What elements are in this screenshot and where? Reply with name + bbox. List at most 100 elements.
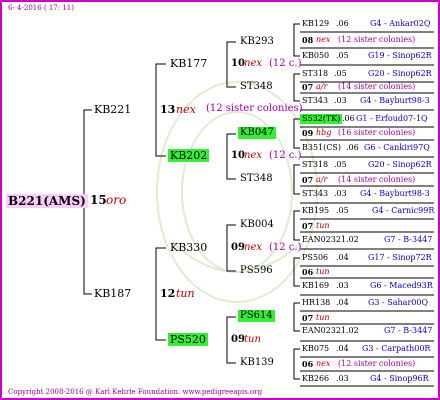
date-stamp: 6- 4-2016 ( 17: 11) (8, 4, 74, 12)
root-queen-year: 15 (90, 193, 107, 207)
gen4-ref-12: G3 - Sahar00Q (368, 298, 429, 307)
gen4-year-3: .03 (334, 96, 347, 105)
gen4-ref-9: G7 - B-3447 (384, 235, 433, 244)
gen4-name-14[interactable]: KB075 (302, 345, 329, 353)
gen4-year-9: .02 (346, 235, 359, 244)
gen1-name-1[interactable]: KB187 (94, 288, 131, 299)
gen4-ref-0: G4 - Ankar02Q (370, 19, 431, 28)
gen2-name-3[interactable]: PS520 (168, 333, 208, 346)
gen2-year-3: 09 (231, 334, 245, 345)
gen4-name-10[interactable]: PS506 (302, 254, 328, 262)
gen3-year-3: 07 (302, 175, 314, 185)
gen4-ref-3: G4 - Bayburt98-3 (360, 96, 430, 105)
gen3-year-7: 06 (302, 359, 314, 369)
gen4-ref-6: G20 - Sinop62R (368, 160, 432, 169)
gen4-year-12: .04 (336, 298, 349, 307)
gen4-name-9[interactable]: EAN02321 (302, 236, 346, 244)
gen3-year-1: 07 (302, 82, 314, 92)
gen4-ref-2: G20 - Sinop62R (368, 69, 432, 78)
gen4-name-12[interactable]: HR138 (302, 299, 330, 307)
copyright-footer: Copyright 2008-2016 @ Karl Kehrle Founda… (8, 388, 263, 396)
gen2-name-2[interactable]: KB330 (170, 242, 207, 253)
gen3-name-2[interactable]: KB047 (238, 127, 276, 139)
gen3-note-1: (14 sister colonies) (338, 82, 416, 91)
gen2-note-2: (12 c.) (269, 242, 302, 253)
gen3-name-6[interactable]: PS614 (238, 310, 275, 322)
gen3-note-2: (16 sister colonies) (338, 128, 416, 137)
gen4-year-10: .04 (336, 253, 349, 262)
gen4-ref-14: G3 - Carpath00R (362, 344, 431, 353)
gen4-name-13[interactable]: EAN02321 (302, 327, 346, 335)
gen2-year-1: 10 (231, 150, 245, 161)
gen4-name-6[interactable]: ST318 (302, 161, 328, 169)
gen3-name-4[interactable]: KB004 (240, 220, 274, 230)
gen3-name-0[interactable]: KB293 (240, 37, 274, 47)
gen2-year-2: 09 (231, 242, 245, 253)
gen3-race-7: nex (316, 359, 331, 368)
gen3-name-3[interactable]: ST348 (240, 174, 273, 184)
gen1-race-0: nex (176, 103, 196, 116)
gen4-ref-7: G4 - Bayburt98-3 (360, 189, 430, 198)
gen4-ref-13: G7 - B-3447 (384, 326, 433, 335)
gen3-year-5: 06 (302, 267, 314, 277)
gen3-note-7: (12 sister colonies) (338, 359, 416, 368)
root-queen-race: oro (106, 193, 127, 207)
gen4-name-11[interactable]: KB169 (302, 282, 329, 290)
gen1-note-0: (12 sister colonies) (206, 103, 303, 114)
gen1-name-0[interactable]: KB221 (94, 104, 131, 115)
gen4-name-8[interactable]: KB195 (302, 207, 329, 215)
gen4-year-8: .05 (336, 206, 349, 215)
gen4-year-2: .05 (334, 69, 347, 78)
gen3-name-1[interactable]: ST348 (240, 82, 273, 92)
gen4-year-7: .03 (334, 189, 347, 198)
gen4-ref-8: G4 - Carnic99R (372, 206, 435, 215)
gen4-year-0: .06 (336, 19, 349, 28)
gen4-year-6: .05 (334, 160, 347, 169)
gen2-name-1[interactable]: KB202 (168, 149, 210, 162)
gen2-race-0: nex (244, 58, 262, 69)
gen3-race-3: a/r (316, 175, 328, 184)
gen4-year-14: .04 (336, 344, 349, 353)
gen4-year-5: .06 (346, 143, 359, 152)
gen3-race-1: a/r (316, 82, 328, 91)
gen4-ref-1: G19 - Sinop62R (368, 51, 432, 60)
gen4-ref-10: G17 - Sinop72R (368, 253, 432, 262)
gen4-name-7[interactable]: ST343 (302, 190, 328, 198)
gen3-race-6: tun (316, 313, 330, 322)
gen2-race-3: tun (244, 334, 261, 345)
gen4-year-15: .03 (336, 374, 349, 383)
gen4-name-3[interactable]: ST343 (302, 97, 328, 105)
gen4-year-4: .06 (342, 114, 355, 123)
gen1-race-1: tun (176, 287, 195, 300)
gen2-race-1: nex (244, 150, 262, 161)
gen3-name-5[interactable]: PS596 (240, 266, 273, 276)
gen1-year-0: 13 (160, 103, 176, 116)
gen2-year-0: 10 (231, 58, 245, 69)
gen2-race-2: nex (244, 242, 262, 253)
gen4-year-13: .02 (346, 326, 359, 335)
gen3-race-5: tun (316, 267, 330, 276)
gen3-note-0: (12 sister colonies) (338, 35, 416, 44)
gen3-race-0: nex (316, 35, 331, 44)
gen3-year-2: 09 (302, 128, 314, 138)
gen3-year-0: 08 (302, 35, 314, 45)
gen3-note-3: (14 sister colonies) (338, 175, 416, 184)
gen3-year-6: 07 (302, 313, 314, 323)
gen4-name-4[interactable]: S532(TK) (300, 114, 343, 124)
gen3-race-2: hbg (316, 128, 332, 137)
gen4-year-1: .05 (336, 51, 349, 60)
root-queen-name[interactable]: B221(AMS) (6, 194, 88, 208)
gen3-name-7[interactable]: KB139 (240, 358, 274, 368)
pedigree-frame: 6- 4-2016 ( 17: 11) B221(AMS) 15 oro KB2… (0, 0, 440, 400)
gen2-name-0[interactable]: KB177 (170, 58, 207, 69)
gen4-name-0[interactable]: KB129 (302, 20, 329, 28)
gen4-name-1[interactable]: KB050 (302, 52, 329, 60)
gen4-ref-5: G6 - Cankiri97Q (364, 143, 430, 152)
gen4-ref-11: G6 - Maced93R (370, 281, 433, 290)
gen4-ref-15: G4 - Sinop96R (370, 374, 429, 383)
gen4-name-2[interactable]: ST318 (302, 70, 328, 78)
gen3-year-4: 07 (302, 221, 314, 231)
gen4-year-11: .03 (336, 281, 349, 290)
gen4-name-15[interactable]: KB266 (302, 375, 329, 383)
gen4-name-5[interactable]: B351(CS) (302, 144, 341, 152)
